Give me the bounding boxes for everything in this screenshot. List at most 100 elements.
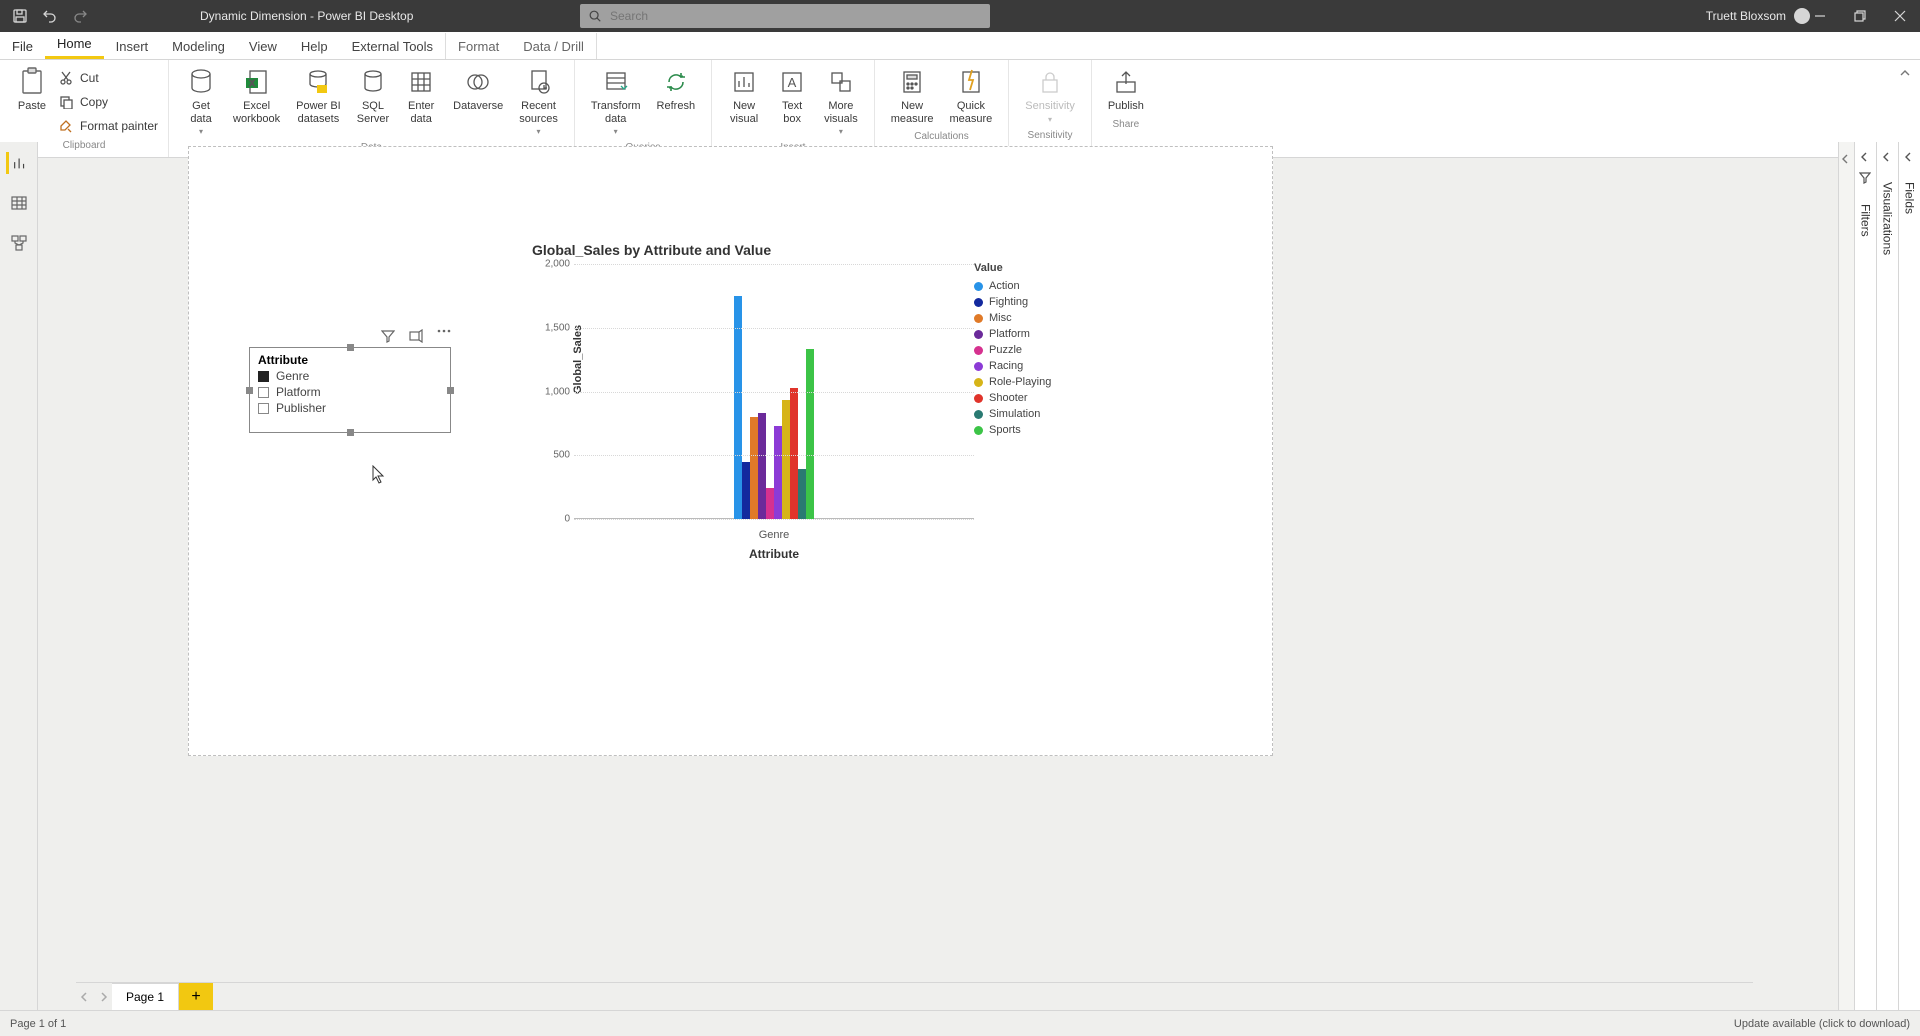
data-view-button[interactable]	[8, 192, 30, 214]
excel-button[interactable]: XExcel workbook	[227, 64, 286, 127]
bar[interactable]	[758, 413, 766, 519]
paste-button[interactable]: Paste	[10, 64, 54, 115]
tab-insert[interactable]: Insert	[104, 33, 161, 59]
redo-icon[interactable]	[72, 8, 88, 24]
new-measure-button[interactable]: New measure	[885, 64, 940, 127]
legend-item-label: Shooter	[989, 392, 1028, 404]
bar[interactable]	[774, 426, 782, 519]
legend-item[interactable]: Action	[974, 278, 1051, 294]
cut-button[interactable]: Cut	[58, 68, 158, 88]
close-button[interactable]	[1880, 0, 1920, 32]
filter-icon[interactable]	[381, 329, 395, 343]
tab-home[interactable]: Home	[45, 30, 104, 59]
publish-button[interactable]: Publish	[1102, 64, 1150, 115]
search-box[interactable]	[580, 4, 990, 28]
model-view-button[interactable]	[8, 232, 30, 254]
checkbox-icon[interactable]	[258, 387, 269, 398]
sql-server-button[interactable]: SQL Server	[351, 64, 395, 127]
text-box-button[interactable]: AText box	[770, 64, 814, 127]
legend-item[interactable]: Sports	[974, 422, 1051, 438]
page-tab[interactable]: Page 1	[112, 983, 179, 1010]
slicer-item[interactable]: Publisher	[258, 400, 442, 416]
prev-page-button[interactable]	[76, 988, 94, 1006]
legend-item[interactable]: Puzzle	[974, 342, 1051, 358]
filters-pane[interactable]: Filters	[1854, 142, 1876, 1010]
bar[interactable]	[742, 462, 750, 519]
legend-marker-icon	[974, 362, 983, 371]
more-visuals-button[interactable]: More visuals▾	[818, 64, 864, 138]
tab-file[interactable]: File	[0, 33, 45, 59]
pbi-datasets-button[interactable]: Power BI datasets	[290, 64, 347, 127]
legend-item-label: Platform	[989, 328, 1030, 340]
tab-help[interactable]: Help	[289, 33, 340, 59]
resize-handle[interactable]	[447, 387, 454, 394]
format-painter-icon	[58, 118, 74, 134]
chevron-left-icon[interactable]	[1882, 152, 1894, 164]
enter-data-button[interactable]: Enter data	[399, 64, 443, 127]
next-page-button[interactable]	[94, 988, 112, 1006]
transform-data-button[interactable]: Transform data▾	[585, 64, 647, 138]
new-visual-button[interactable]: New visual	[722, 64, 766, 127]
legend-item-label: Puzzle	[989, 344, 1022, 356]
collapse-ribbon-icon[interactable]	[1898, 66, 1914, 82]
bar[interactable]	[766, 488, 774, 519]
user-label[interactable]: Truett Bloxsom	[1706, 8, 1810, 24]
tab-data-drill[interactable]: Data / Drill	[511, 33, 597, 59]
slicer-item[interactable]: Platform	[258, 384, 442, 400]
y-tick-label: 500	[540, 450, 574, 461]
dataverse-button[interactable]: Dataverse	[447, 64, 509, 115]
legend-marker-icon	[974, 378, 983, 387]
legend-item[interactable]: Fighting	[974, 294, 1051, 310]
tab-view[interactable]: View	[237, 33, 289, 59]
legend-item[interactable]: Role-Playing	[974, 374, 1051, 390]
group-label-share: Share	[1113, 115, 1140, 132]
chevron-left-icon[interactable]	[1904, 152, 1916, 164]
legend-item[interactable]: Simulation	[974, 406, 1051, 422]
more-options-icon[interactable]	[437, 329, 451, 343]
resize-handle[interactable]	[347, 344, 354, 351]
get-data-button[interactable]: Get data▾	[179, 64, 223, 138]
checkbox-icon[interactable]	[258, 403, 269, 414]
status-right[interactable]: Update available (click to download)	[1734, 1018, 1910, 1030]
save-icon[interactable]	[12, 8, 28, 24]
recent-sources-button[interactable]: Recent sources▾	[513, 64, 564, 138]
format-painter-button[interactable]: Format painter	[58, 116, 158, 136]
undo-icon[interactable]	[42, 8, 58, 24]
report-view-button[interactable]	[6, 152, 28, 174]
report-canvas[interactable]: Attribute GenrePlatformPublisher Global_…	[188, 146, 1273, 756]
bar[interactable]	[782, 400, 790, 519]
legend-item[interactable]: Racing	[974, 358, 1051, 374]
legend-item-label: Action	[989, 280, 1020, 292]
quick-measure-button[interactable]: Quick measure	[944, 64, 999, 127]
bar[interactable]	[750, 417, 758, 519]
tab-external-tools[interactable]: External Tools	[340, 33, 445, 59]
add-page-button[interactable]: +	[179, 983, 213, 1011]
visualizations-pane[interactable]: Visualizations	[1876, 142, 1898, 1010]
bar[interactable]	[790, 388, 798, 519]
resize-handle[interactable]	[246, 387, 253, 394]
refresh-button[interactable]: Refresh	[651, 64, 702, 115]
fields-pane[interactable]: Fields	[1898, 142, 1920, 1010]
slicer-visual[interactable]: Attribute GenrePlatformPublisher	[249, 347, 451, 433]
bar[interactable]	[734, 296, 742, 519]
tab-modeling[interactable]: Modeling	[160, 33, 237, 59]
minimize-button[interactable]	[1800, 0, 1840, 32]
chevron-left-icon[interactable]	[1860, 152, 1872, 164]
focus-mode-icon[interactable]	[409, 329, 423, 343]
checkbox-icon[interactable]	[258, 371, 269, 382]
legend-item[interactable]: Misc	[974, 310, 1051, 326]
maximize-button[interactable]	[1840, 0, 1880, 32]
legend-item[interactable]: Platform	[974, 326, 1051, 342]
legend-item[interactable]: Shooter	[974, 390, 1051, 406]
legend-title: Value	[974, 262, 1051, 274]
search-input[interactable]	[610, 9, 982, 23]
bar-chart-visual[interactable]: Global_Sales by Attribute and Value Glob…	[524, 242, 1084, 562]
chevron-left-icon[interactable]	[1841, 154, 1853, 166]
copy-button[interactable]: Copy	[58, 92, 158, 112]
slicer-item[interactable]: Genre	[258, 368, 442, 384]
resize-handle[interactable]	[347, 429, 354, 436]
bar[interactable]	[806, 349, 814, 519]
bar[interactable]	[798, 469, 806, 519]
sensitivity-button: Sensitivity▾	[1019, 64, 1081, 126]
tab-format[interactable]: Format	[445, 33, 511, 59]
